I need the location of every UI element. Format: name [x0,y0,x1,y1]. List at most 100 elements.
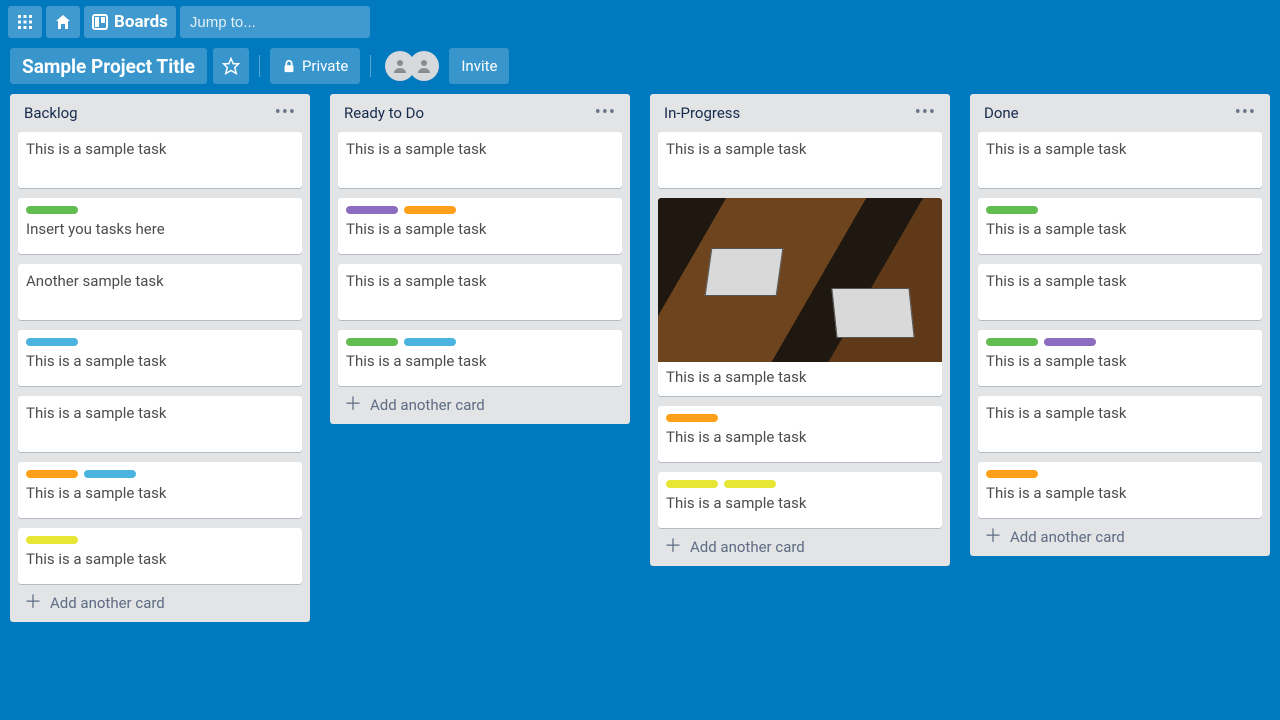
card-text: This is a sample task [666,494,934,512]
boards-button[interactable]: Boards [84,6,176,38]
card-labels [346,338,614,346]
card-labels [986,470,1254,478]
card[interactable]: This is a sample task [18,462,302,518]
label-orange [26,470,78,478]
card-labels [26,536,294,544]
boards-icon [92,14,108,30]
board-title[interactable]: Sample Project Title [10,48,207,84]
list: Backlog ••• This is a sample task Insert yo… [10,94,310,622]
list-header: Ready to Do ••• [338,102,622,132]
label-purple [346,206,398,214]
apps-button[interactable] [8,6,42,38]
card-labels [666,414,934,422]
card[interactable]: This is a sample task [658,198,942,396]
card-text: This is a sample task [986,484,1254,502]
card-text: This is a sample task [986,220,1254,238]
add-card-button[interactable]: ＋ Add another card [658,528,942,558]
card-labels [666,480,934,488]
list-title[interactable]: Backlog [24,104,78,122]
card[interactable]: This is a sample task [338,198,622,254]
card[interactable]: This is a sample task [658,406,942,462]
card[interactable]: This is a sample task [978,396,1262,452]
avatar[interactable] [409,51,439,81]
star-icon [222,57,240,75]
list-header: Backlog ••• [18,102,302,132]
home-button[interactable] [46,6,80,38]
list: Done•••This is a sample taskThis is a sa… [970,94,1270,556]
home-icon [55,14,71,30]
card[interactable]: This is a sample task [978,330,1262,386]
star-button[interactable] [213,48,249,84]
plus-icon: ＋ [984,530,1002,544]
label-blue [84,470,136,478]
card-container: This is a sample task Insert you tasks he… [18,132,302,584]
card[interactable]: This is a sample task [978,264,1262,320]
card-text: This is a sample task [986,352,1254,370]
card[interactable]: This is a sample task [338,330,622,386]
invite-button[interactable]: Invite [449,48,509,84]
search-input[interactable] [190,14,389,31]
card-text: Insert you tasks here [26,220,294,238]
list-menu-button[interactable]: ••• [1235,110,1256,116]
card-text: Another sample task [26,272,294,290]
add-card-button[interactable]: ＋Add another card [338,386,622,416]
visibility-button[interactable]: Private [270,48,360,84]
card[interactable]: This is a sample task [978,462,1262,518]
card-labels [26,470,294,478]
add-card-button[interactable]: ＋Add another card [978,518,1262,548]
label-blue [26,338,78,346]
list: In-Progress ••• This is a sample task This … [650,94,950,566]
card-labels [346,206,614,214]
member-avatars[interactable] [385,51,439,81]
lock-icon [282,59,296,73]
list-title[interactable]: Done [984,104,1019,122]
person-icon [392,58,408,74]
card-cover-image [658,198,942,362]
card[interactable]: This is a sample task [18,528,302,584]
list-menu-button[interactable]: ••• [915,110,936,116]
label-green [986,338,1038,346]
card-container: This is a sample task This is a sample ta… [978,132,1262,518]
card-text: This is a sample task [346,352,614,370]
card-text: This is a sample task [26,484,294,502]
label-blue [404,338,456,346]
add-card-button[interactable]: ＋ Add another card [18,584,302,614]
card[interactable]: This is a sample task [978,132,1262,188]
card[interactable]: This is a sample task [338,132,622,188]
card[interactable]: This is a sample task [658,132,942,188]
plus-icon: ＋ [344,398,362,412]
card[interactable]: This is a sample task [978,198,1262,254]
plus-icon: ＋ [24,596,42,610]
card[interactable]: This is a sample task [18,132,302,188]
label-green [26,206,78,214]
card[interactable]: Another sample task [18,264,302,320]
apps-icon [17,14,33,30]
search-box[interactable] [180,6,370,38]
label-yellow [26,536,78,544]
label-orange [404,206,456,214]
person-icon [416,58,432,74]
add-card-label: Add another card [50,594,165,612]
card-text: This is a sample task [666,368,934,386]
list-menu-button[interactable]: ••• [595,110,616,116]
card[interactable]: This is a sample task [18,330,302,386]
card-labels [26,206,294,214]
list: Ready to Do ••• This is a sample task This … [330,94,630,424]
card-labels [26,338,294,346]
card-text: This is a sample task [986,272,1254,290]
list-menu-button[interactable]: ••• [275,110,296,116]
plus-icon: ＋ [664,540,682,554]
list-title[interactable]: In-Progress [664,104,740,122]
boards-label: Boards [114,12,168,32]
list-header: In-Progress ••• [658,102,942,132]
board-header: Sample Project Title Private Invite [0,44,1280,94]
card-labels [986,338,1254,346]
add-card-label: Add another card [690,538,805,556]
card[interactable]: Insert you tasks here [18,198,302,254]
card-text: This is a sample task [26,404,294,422]
card[interactable]: This is a sample task [18,396,302,452]
card[interactable]: This is a sample task [658,472,942,528]
divider [259,55,260,77]
card[interactable]: This is a sample task [338,264,622,320]
list-title[interactable]: Ready to Do [344,104,424,122]
